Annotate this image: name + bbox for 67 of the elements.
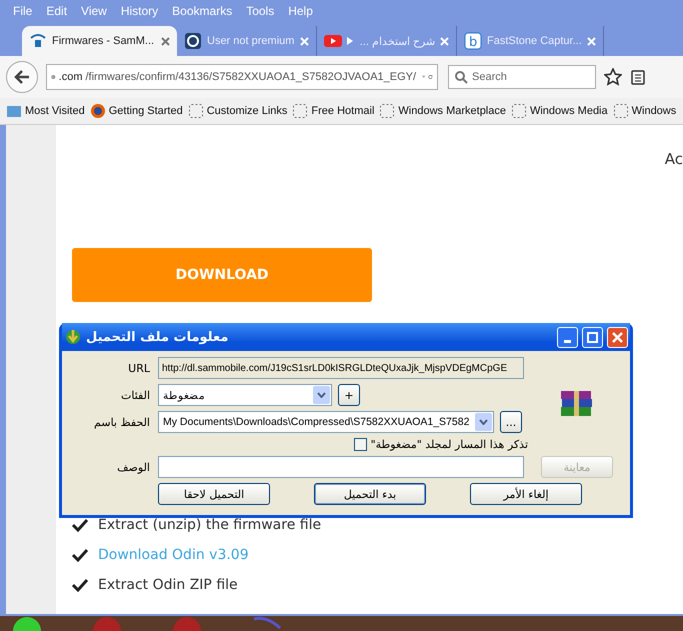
search-placeholder: Search — [472, 71, 507, 83]
page-icon — [612, 103, 629, 119]
bookmark-item[interactable]: Customize Links — [188, 103, 288, 119]
close-icon — [612, 332, 623, 342]
bookmark-item[interactable]: Windows Media — [510, 103, 608, 119]
dialog-button[interactable]: التحميل لاحقا — [158, 483, 270, 505]
page-icon — [292, 103, 308, 119]
check-icon — [72, 548, 88, 562]
tab-title: User not premium — [207, 35, 295, 47]
minimize-icon — [564, 340, 571, 342]
page-icon — [379, 103, 396, 119]
b-logo-icon: b — [464, 32, 482, 50]
maximize-icon — [587, 332, 598, 342]
address-bar[interactable]: .com /firmwares/confirm/43136/S7582XXUAOA1_S7582OJVAOA1_EGY/ — [46, 64, 438, 90]
folder-icon — [6, 103, 22, 119]
field-label: الفئات — [120, 388, 151, 402]
dialog-button[interactable]: بدء التحميل — [314, 483, 426, 505]
checkbox-label: تذكر هذا المسار لمجلد "مضغوطة" — [370, 438, 528, 451]
samsung-icon — [29, 32, 47, 50]
description-field[interactable] — [158, 456, 524, 478]
bookmark-item[interactable]: Windows Marketplace — [379, 103, 506, 119]
minimize-button[interactable] — [557, 326, 578, 348]
bookmark-item[interactable]: Most Visited — [6, 103, 85, 119]
search-field[interactable]: Search — [448, 65, 596, 89]
url-host: .com — [58, 71, 82, 83]
category-dropdown[interactable]: مضغوطة — [158, 384, 332, 406]
g-logo-icon — [184, 32, 202, 50]
check-icon — [72, 578, 88, 592]
check-icon — [72, 518, 88, 532]
browse-button[interactable]: ... — [500, 411, 522, 433]
field-label: URL — [127, 362, 151, 374]
globe-download-icon — [64, 328, 82, 346]
dropdown-icon — [479, 419, 488, 425]
archive-books-icon — [559, 389, 595, 419]
youtube-icon — [324, 32, 342, 50]
tab-title: Firmwares - SamM... — [52, 35, 156, 47]
close-button[interactable] — [607, 326, 628, 348]
bookmark-item[interactable]: Windows — [612, 103, 676, 119]
play-icon — [347, 37, 353, 45]
page-icon — [188, 103, 204, 119]
side-text: Ac — [664, 150, 683, 168]
tab-title: شرح استخدام ... — [358, 34, 435, 48]
back-button[interactable] — [6, 61, 38, 93]
maximize-button[interactable] — [582, 326, 603, 348]
page-icon — [510, 103, 527, 119]
add-category-button[interactable]: + — [338, 384, 360, 406]
close-icon[interactable] — [161, 36, 170, 46]
browser-tab[interactable]: Firmwares - SamM... — [22, 26, 177, 56]
dialog-button[interactable]: إلغاء الأمر — [470, 483, 582, 505]
dialog-title: معلومات ملف التحميل — [86, 330, 228, 344]
reading-list-icon[interactable] — [630, 69, 646, 85]
url-field[interactable]: http://dl.sammobile.com/J19cS1srLD0kISRGLDteQUxaJjk_MjspVDEgMCpGE — [158, 357, 524, 379]
save-path-dropdown[interactable]: My Documents\Downloads\Compressed\S7582XXUAOA1_S7582 — [158, 411, 494, 433]
search-icon — [454, 70, 468, 84]
back-arrow-icon — [14, 70, 30, 84]
url-path: /firmwares/confirm/43136/S7582XXUAOA1_S7582OJVAOA1_EGY/ — [85, 71, 416, 83]
dropdown-icon — [317, 392, 326, 398]
bookmark-item[interactable]: Free Hotmail — [292, 103, 374, 119]
field-label: الوصف — [116, 460, 151, 474]
step-text: Extract (unzip) the firmware file — [98, 517, 322, 533]
remember-checkbox[interactable] — [354, 438, 367, 451]
firefox-icon — [90, 103, 106, 119]
bookmark-item[interactable]: Getting Started — [90, 103, 183, 119]
step-text: Extract Odin ZIP file — [98, 577, 238, 593]
field-label: الحفظ باسم — [93, 416, 151, 428]
tab-title: FastStone Captur... — [487, 35, 582, 47]
star-icon[interactable] — [604, 68, 622, 86]
